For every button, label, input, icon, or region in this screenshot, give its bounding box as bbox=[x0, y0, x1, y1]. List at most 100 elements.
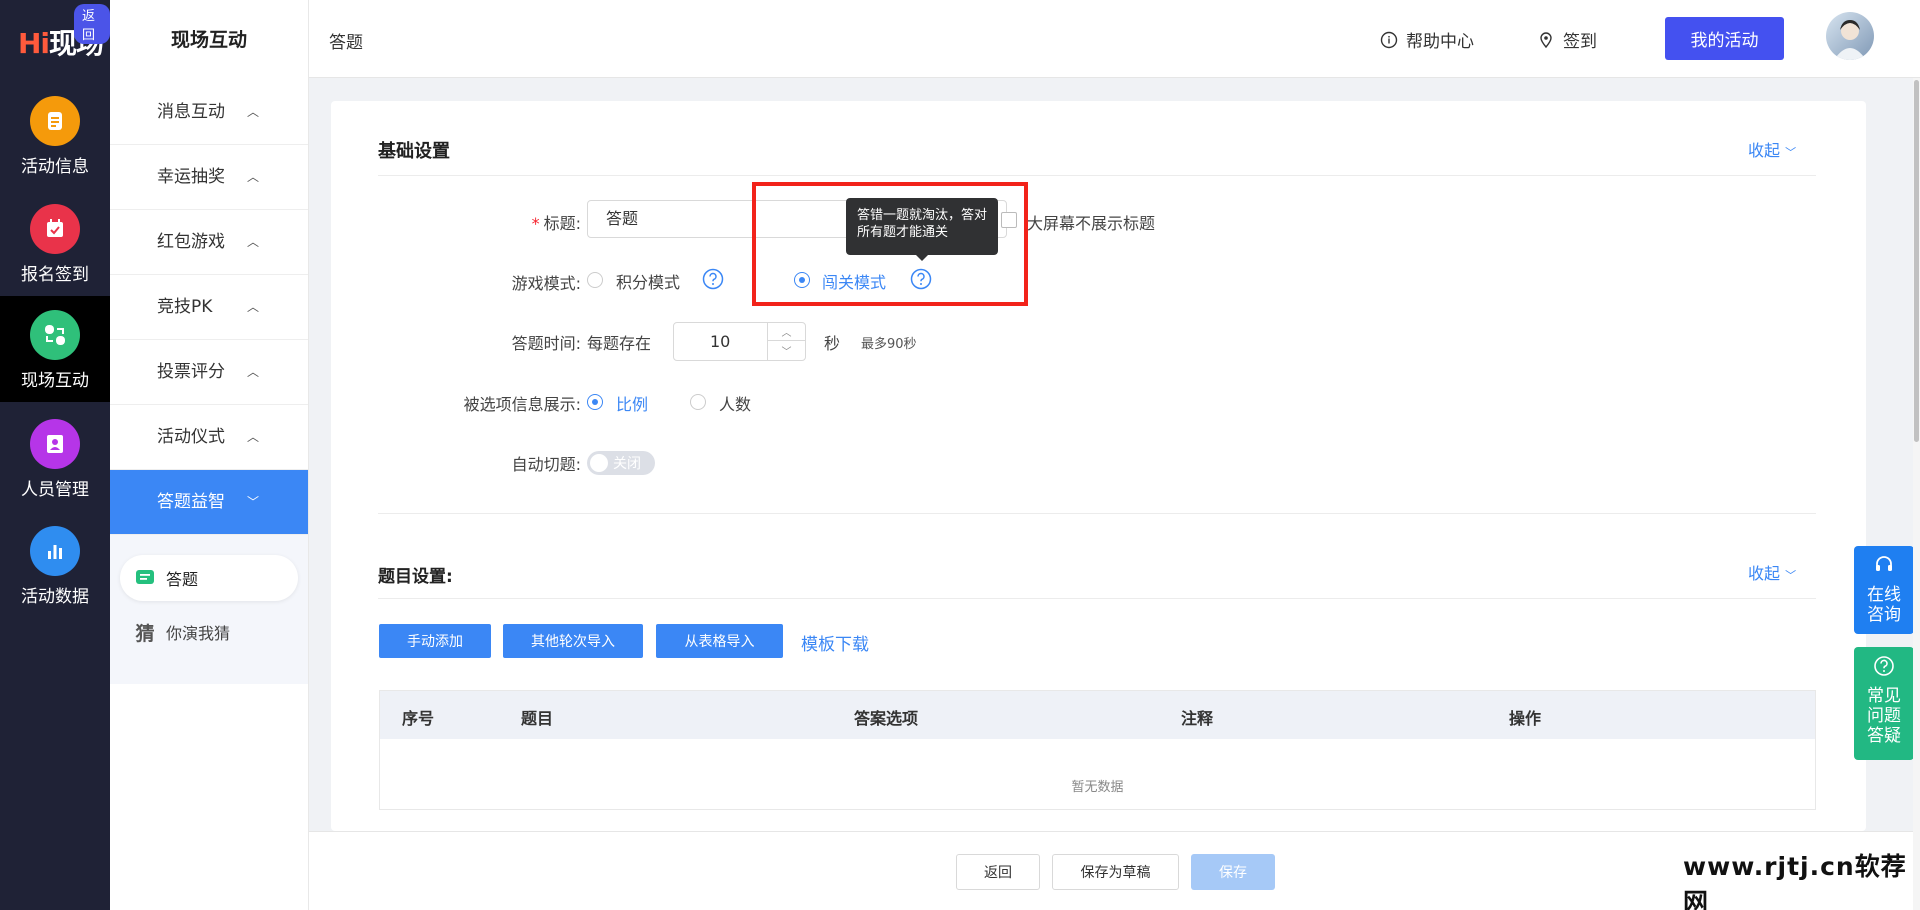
toggle-knob bbox=[590, 454, 608, 472]
top-header: 答题 帮助中心 签到 我的活动 bbox=[309, 0, 1920, 78]
auto-switch-toggle[interactable]: 关闭 bbox=[587, 451, 655, 475]
faq-label: 常见问题答疑 bbox=[1867, 686, 1901, 746]
table-header: 序号 题目 答案选项 注释 操作 bbox=[380, 691, 1815, 739]
questions-collapse-link[interactable]: 收起 ﹀ bbox=[1748, 560, 1796, 584]
template-download-link[interactable]: 模板下载 bbox=[801, 630, 869, 655]
document-icon bbox=[30, 96, 80, 146]
location-pin-icon bbox=[1540, 31, 1552, 48]
column-header: 题目 bbox=[521, 709, 554, 728]
sidebar-submenu: 答题 猜 你演我猜 bbox=[110, 535, 308, 684]
rail-item-data[interactable]: 活动数据 bbox=[0, 512, 110, 618]
help-circle-icon[interactable] bbox=[702, 268, 724, 290]
save-draft-button[interactable]: 保存为草稿 bbox=[1052, 854, 1179, 890]
sub-item-quiz[interactable]: 答题 bbox=[120, 555, 298, 601]
help-circle-icon bbox=[1874, 656, 1894, 676]
empty-state: 暂无数据 bbox=[1071, 780, 1124, 795]
rail-item-label: 活动数据 bbox=[21, 587, 89, 607]
rail-item-signup[interactable]: 报名签到 bbox=[0, 190, 110, 296]
display-ratio-radio[interactable] bbox=[587, 394, 603, 410]
sidebar-item-message[interactable]: 消息互动 ︿ bbox=[110, 80, 308, 145]
chat-list-icon bbox=[134, 567, 156, 589]
back-badge[interactable]: 返回 bbox=[74, 4, 110, 44]
help-center-link[interactable]: 帮助中心 bbox=[1380, 27, 1474, 52]
back-button[interactable]: 返回 bbox=[956, 854, 1040, 890]
avatar[interactable] bbox=[1826, 12, 1874, 60]
chevron-down-icon: ﹀ bbox=[247, 495, 260, 509]
column-header: 序号 bbox=[402, 709, 435, 728]
chevron-up-icon: ︿ bbox=[247, 235, 260, 249]
secondary-sidebar: 现场互动 消息互动 ︿ 幸运抽奖 ︿ 红包游戏 ︿ 竞技PK ︿ 投票评分 ︿ 活动仪式 ︿… bbox=[110, 0, 309, 910]
breadcrumb: 答题 bbox=[329, 33, 363, 53]
sidebar-item-lottery[interactable]: 幸运抽奖 ︿ bbox=[110, 145, 308, 210]
interaction-icon bbox=[30, 310, 80, 360]
option-display-label: 被选项信息展示: bbox=[463, 395, 581, 414]
sidebar-item-vote[interactable]: 投票评分 ︿ bbox=[110, 340, 308, 405]
collapse-label: 收起 bbox=[1748, 141, 1781, 160]
my-activity-button[interactable]: 我的活动 bbox=[1665, 17, 1784, 60]
sidebar-item-label: 消息互动 bbox=[157, 102, 225, 122]
sidebar-item-label: 答题益智 bbox=[157, 492, 225, 512]
quantity-stepper: ︿ ﹀ bbox=[767, 323, 805, 360]
display-count-radio[interactable] bbox=[690, 394, 706, 410]
divider bbox=[378, 175, 1816, 176]
mode-score-label[interactable]: 积分模式 bbox=[616, 269, 680, 293]
answer-time-label: 答题时间: bbox=[511, 334, 581, 353]
sub-item-charades[interactable]: 猜 你演我猜 bbox=[120, 609, 298, 655]
time-hint: 最多90秒 bbox=[861, 337, 917, 352]
question-settings-title: 题目设置: bbox=[378, 567, 453, 587]
person-card-icon bbox=[30, 419, 80, 469]
display-ratio-label[interactable]: 比例 bbox=[616, 391, 648, 415]
basic-collapse-link[interactable]: 收起 ﹀ bbox=[1748, 137, 1796, 161]
chevron-up-icon: ︿ bbox=[247, 105, 260, 119]
column-header: 答案选项 bbox=[854, 709, 919, 728]
stepper-up-icon[interactable]: ︿ bbox=[768, 323, 805, 341]
stepper-down-icon[interactable]: ﹀ bbox=[768, 341, 805, 359]
divider bbox=[378, 513, 1816, 514]
sidebar-item-pk[interactable]: 竞技PK ︿ bbox=[110, 275, 308, 340]
rail-item-label: 活动信息 bbox=[21, 157, 89, 177]
online-consult-label: 在线咨询 bbox=[1867, 585, 1901, 625]
checkin-label: 签到 bbox=[1563, 32, 1597, 52]
sidebar-item-redpacket[interactable]: 红包游戏 ︿ bbox=[110, 210, 308, 275]
time-value: 10 bbox=[710, 332, 731, 351]
page-scrollbar[interactable] bbox=[1913, 78, 1920, 910]
help-center-label: 帮助中心 bbox=[1406, 32, 1474, 52]
import-sheet-button[interactable]: 从表格导入 bbox=[656, 624, 783, 658]
manual-add-button[interactable]: 手动添加 bbox=[379, 624, 491, 658]
rail-item-label: 现场互动 bbox=[21, 371, 89, 391]
rail-item-people[interactable]: 人员管理 bbox=[0, 405, 110, 511]
checkin-link[interactable]: 签到 bbox=[1537, 27, 1597, 52]
app-rail: Hi现场 返回 活动信息 报名签到 现场互动 人员管理 活动数据 bbox=[0, 0, 110, 910]
chevron-down-icon: ﹀ bbox=[1785, 146, 1797, 159]
required-mark: * bbox=[531, 214, 540, 233]
info-icon bbox=[1380, 31, 1398, 48]
sidebar-item-label: 投票评分 bbox=[157, 362, 225, 382]
time-number-input[interactable]: 10 ︿ ﹀ bbox=[673, 322, 806, 361]
time-prefix: 每题存在 bbox=[587, 334, 652, 353]
guess-icon: 猜 bbox=[135, 622, 155, 645]
display-count-label[interactable]: 人数 bbox=[719, 391, 751, 415]
faq-button[interactable]: 常见问题答疑 bbox=[1854, 647, 1914, 760]
sidebar-item-quiz[interactable]: 答题益智 ﹀ bbox=[110, 470, 308, 535]
divider bbox=[378, 598, 1816, 599]
scrollbar-thumb[interactable] bbox=[1914, 80, 1919, 442]
auto-switch-label: 自动切题: bbox=[511, 455, 581, 474]
title-label-text: 标题: bbox=[543, 214, 581, 233]
logo-hi: Hi bbox=[18, 27, 50, 60]
mode-score-radio[interactable] bbox=[587, 272, 603, 288]
online-consult-button[interactable]: 在线咨询 bbox=[1854, 546, 1914, 634]
import-other-round-button[interactable]: 其他轮次导入 bbox=[503, 624, 643, 658]
sidebar-item-ceremony[interactable]: 活动仪式 ︿ bbox=[110, 405, 308, 470]
calendar-check-icon bbox=[30, 204, 80, 254]
save-button[interactable]: 保存 bbox=[1191, 854, 1275, 890]
rail-item-live-interaction[interactable]: 现场互动 bbox=[0, 296, 110, 402]
basic-settings-title: 基础设置 bbox=[378, 141, 450, 162]
rail-item-activity-info[interactable]: 活动信息 bbox=[0, 82, 110, 188]
footer-bar: 返回 保存为草稿 保存 bbox=[309, 831, 1920, 910]
chevron-down-icon: ﹀ bbox=[1785, 569, 1797, 582]
chevron-up-icon: ︿ bbox=[247, 365, 260, 379]
time-unit: 秒 bbox=[824, 334, 841, 353]
highlight-box bbox=[752, 182, 1028, 306]
sidebar-title: 现场互动 bbox=[170, 29, 247, 51]
sub-item-label: 答题 bbox=[166, 570, 199, 589]
